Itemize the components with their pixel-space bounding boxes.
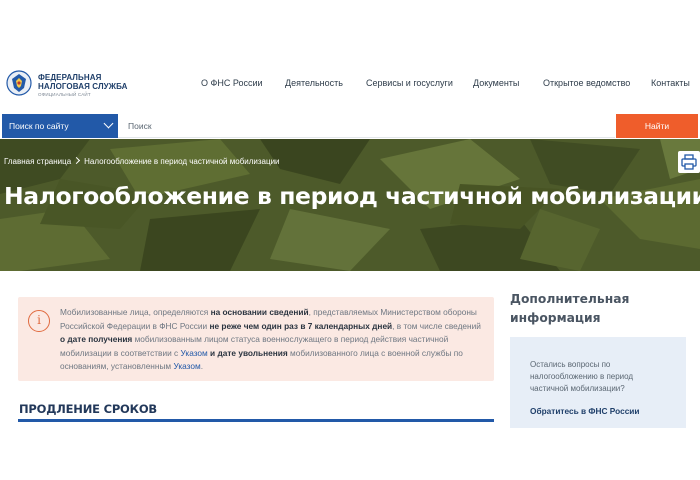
nav-services[interactable]: Сервисы и госуслуги [366,78,453,88]
nav-contacts[interactable]: Контакты [651,78,690,88]
notice-bold: и дате увольнения [207,347,288,358]
nav-documents[interactable]: Документы [473,78,519,88]
notice-bold: на основании сведений [210,307,309,317]
page-title: Налогообложение в период частичной мобил… [4,182,700,210]
decree-link[interactable]: Указом [180,348,207,358]
print-icon [681,154,697,170]
logo-title[interactable]: ФЕДЕРАЛЬНАЯ НАЛОГОВАЯ СЛУЖБА [38,73,128,91]
chevron-down-icon [103,118,114,129]
search-scope-select[interactable]: Поиск по сайту [2,114,118,138]
decree-link[interactable]: Указом [173,361,200,371]
notice-bold: не реже чем один раз в 7 календарных дне… [209,320,393,331]
search-button[interactable]: Найти [616,114,698,138]
breadcrumb: Главная страница Налогообложение в период… [4,156,280,166]
logo-subtitle: ОФИЦИАЛЬНЫЙ САЙТ [38,92,91,97]
notice-part: , в том числе сведений [392,320,481,331]
section-divider [18,419,494,422]
logo-line-1: ФЕДЕРАЛЬНАЯ [38,73,102,82]
section-heading: ПРОДЛЕНИЕ СРОКОВ [19,402,157,416]
notice-part: Мобилизованные лица, определяются [60,307,211,317]
sidebar-question: Остались вопросы по налогообложению в пе… [530,360,634,393]
notice-part: . [200,361,204,372]
nav-about[interactable]: О ФНС России [201,78,263,88]
breadcrumb-current: Налогообложение в период частичной мобил… [84,157,280,166]
contact-fns-link[interactable]: Обратитесь в ФНС России [530,406,640,416]
print-button[interactable] [678,151,700,173]
chevron-right-icon [73,156,81,165]
breadcrumb-home[interactable]: Главная страница [4,157,71,166]
nav-open-agency[interactable]: Открытое ведомство [543,78,630,88]
info-icon: i [28,310,50,332]
fns-emblem-icon[interactable] [6,70,32,96]
sidebar-heading: Дополнительная информация [510,292,630,325]
search-input[interactable] [118,114,615,138]
logo-line-2: НАЛОГОВАЯ СЛУЖБА [38,82,128,91]
notice-text: Мобилизованные лица, определяются на осн… [60,306,486,374]
notice-bold: о дате получения [60,334,133,345]
search-scope-label: Поиск по сайту [9,121,69,131]
nav-activity[interactable]: Деятельность [285,78,343,88]
